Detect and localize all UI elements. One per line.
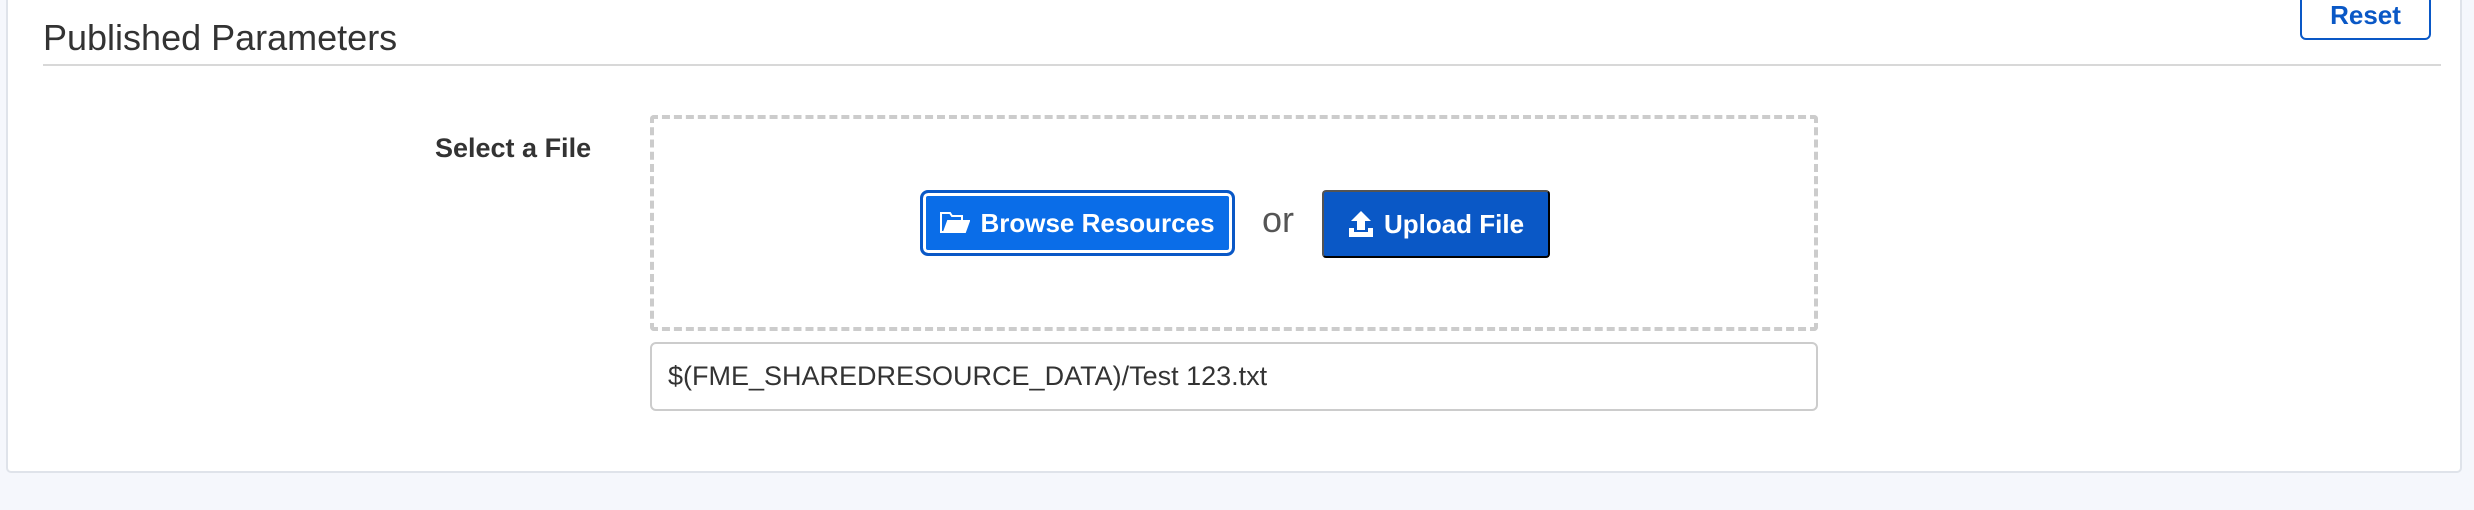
section-divider [43, 64, 2441, 66]
section-title: Published Parameters [43, 17, 398, 58]
file-path-input[interactable] [650, 342, 1818, 411]
or-separator: or [1262, 199, 1295, 240]
browse-resources-label: Browse Resources [980, 207, 1215, 238]
upload-file-button[interactable]: Upload File [1322, 190, 1550, 258]
upload-icon [1348, 210, 1374, 238]
select-file-label: Select a File [435, 133, 592, 163]
browse-resources-button[interactable]: Browse Resources [920, 190, 1235, 256]
folder-open-icon [940, 211, 971, 235]
reset-button[interactable]: Reset [2300, 0, 2431, 40]
upload-file-label: Upload File [1383, 208, 1525, 239]
